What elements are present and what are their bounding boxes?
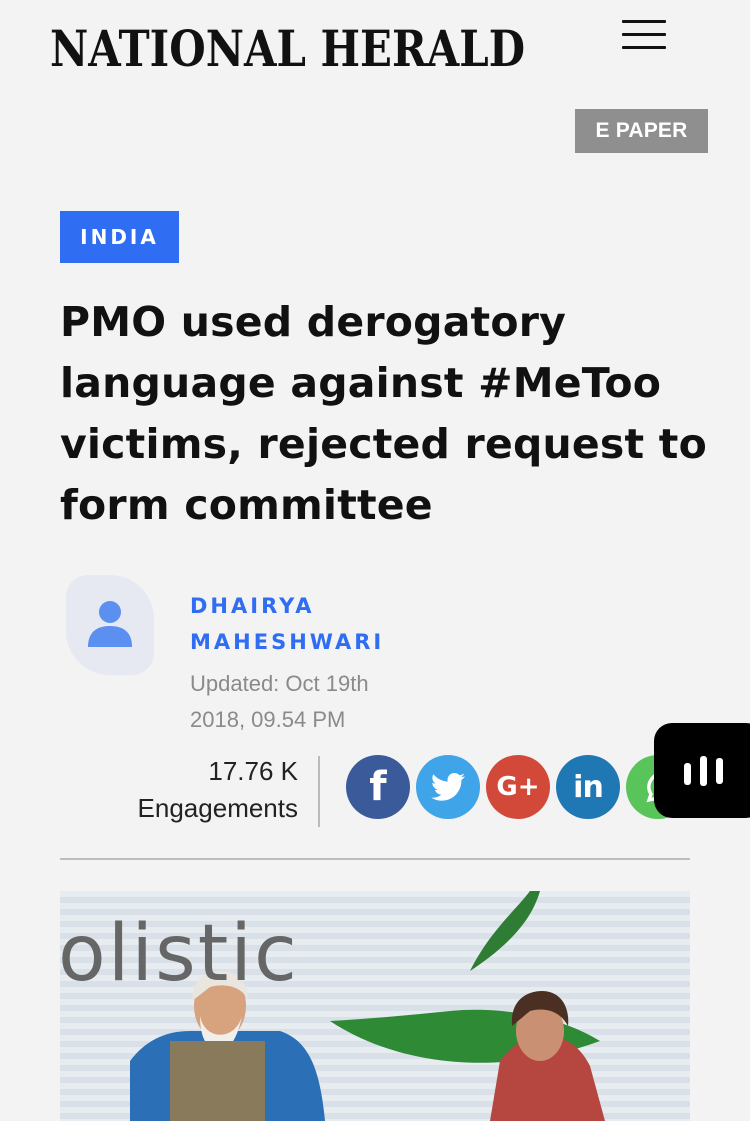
twitter-share-button[interactable] [416,755,480,819]
engagement-count: 17.76 K [208,756,298,786]
author-name-line: DHAIRYA [190,594,315,618]
category-badge[interactable]: INDIA [60,211,179,263]
headline-line: form committee [60,481,433,529]
updated-timestamp: Updated: Oct 19th 2018, 09.54 PM [190,666,430,738]
google-plus-icon: G+ [496,772,540,802]
linkedin-icon: in [573,769,604,805]
author-name[interactable]: DHAIRYA MAHESHWARI [190,588,430,660]
hero-banner-text: olistic [60,909,299,999]
epaper-button[interactable]: E PAPER [575,109,708,153]
facebook-share-button[interactable]: f [346,755,410,819]
engagement-divider [318,756,320,827]
author-name-line: MAHESHWARI [190,630,385,654]
facebook-icon: f [369,764,387,810]
author-avatar[interactable] [66,575,154,675]
hamburger-line [622,20,666,23]
google-plus-share-button[interactable]: G+ [486,755,550,819]
floating-widget-button[interactable] [654,723,750,818]
hamburger-line [622,33,666,36]
widget-bar [700,756,707,786]
hamburger-icon[interactable] [618,16,670,56]
updated-line: Updated: Oct 19th [190,671,369,696]
widget-bar [716,758,723,784]
linkedin-share-button[interactable]: in [556,755,620,819]
updated-line: 2018, 09.54 PM [190,707,346,732]
widget-bar [684,763,691,785]
brand-logo-text: NATIONAL HERALD [50,19,525,78]
brand-logo-graphic: NATIONAL HERALD [50,19,525,78]
hero-image[interactable]: olistic [60,891,690,1121]
headline-line: language against #MeToo [60,359,662,407]
hamburger-line [622,46,666,49]
brand-logo[interactable]: NATIONAL HERALD [50,14,550,78]
section-divider [60,858,690,860]
headline-line: PMO used derogatory [60,298,567,346]
user-icon [88,601,132,647]
headline-line: victims, rejected request to [60,420,707,468]
twitter-icon [431,773,465,801]
engagement-label: Engagements [137,793,298,823]
article-headline: PMO used derogatory language against #Me… [60,292,710,536]
